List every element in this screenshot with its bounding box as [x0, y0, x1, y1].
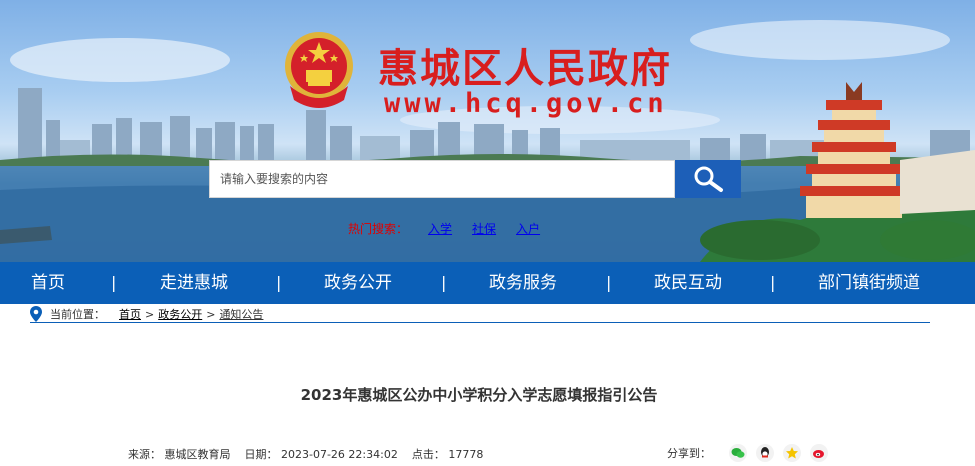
- article-date: 日期： 2023-07-26 22:34:02: [244, 448, 398, 461]
- nav-item-interaction[interactable]: 政民互动: [654, 262, 722, 304]
- nav-separator: |: [111, 273, 117, 292]
- breadcrumb-separator: >: [145, 307, 155, 321]
- breadcrumb-gov-affairs[interactable]: 政务公开: [158, 306, 202, 322]
- nav-item-departments[interactable]: 部门镇街频道: [818, 262, 920, 304]
- weibo-icon[interactable]: [810, 444, 828, 462]
- nav-item-home[interactable]: 首页: [31, 262, 65, 304]
- wechat-icon[interactable]: [729, 444, 747, 462]
- nav-separator: |: [770, 273, 776, 292]
- article-clicks: 点击： 17778: [411, 448, 484, 461]
- share-bar: 分享到：: [667, 444, 837, 462]
- header-banner: 惠城区人民政府 www.hcq.gov.cn 热门搜索： 入学 社保 入户: [0, 0, 975, 262]
- main-nav: 首页 | 走进惠城 | 政务公开 | 政务服务 | 政民互动 | 部门镇街频道: [0, 262, 975, 304]
- search-button[interactable]: [675, 160, 741, 198]
- nav-item-about[interactable]: 走进惠城: [160, 262, 228, 304]
- search-icon: [694, 166, 723, 192]
- site-title: 惠城区人民政府: [378, 45, 672, 92]
- breadcrumb: 当前位置： 首页 > 政务公开 > 通知公告: [30, 304, 263, 324]
- national-emblem-icon: [282, 30, 356, 116]
- nav-separator: |: [441, 273, 447, 292]
- article-source: 来源： 惠城区教育局: [128, 448, 231, 461]
- article-meta: 来源： 惠城区教育局 日期： 2023-07-26 22:34:02 点击： 1…: [128, 446, 497, 462]
- share-label: 分享到：: [667, 447, 711, 460]
- page: 惠城区人民政府 www.hcq.gov.cn 热门搜索： 入学 社保 入户 首页…: [0, 0, 975, 466]
- hot-search-row: 热门搜索： 入学 社保 入户: [348, 220, 560, 237]
- breadcrumb-separator: >: [206, 307, 216, 321]
- hot-search-label: 热门搜索：: [348, 222, 409, 236]
- breadcrumb-divider: [30, 322, 930, 323]
- search-box: [209, 160, 675, 198]
- nav-separator: |: [276, 273, 282, 292]
- qzone-icon[interactable]: [783, 444, 801, 462]
- breadcrumb-label: 当前位置：: [50, 308, 105, 321]
- nav-separator: |: [606, 273, 612, 292]
- hot-link-enrollment[interactable]: 入学: [428, 220, 452, 237]
- breadcrumb-home[interactable]: 首页: [119, 306, 141, 322]
- hot-link-social-security[interactable]: 社保: [472, 220, 496, 237]
- breadcrumb-notices[interactable]: 通知公告: [219, 306, 263, 322]
- hot-link-household[interactable]: 入户: [516, 220, 540, 237]
- location-pin-icon: [30, 306, 42, 322]
- nav-item-gov-affairs[interactable]: 政务公开: [324, 262, 392, 304]
- site-url: www.hcq.gov.cn: [384, 88, 668, 119]
- nav-item-gov-services[interactable]: 政务服务: [489, 262, 557, 304]
- search-input[interactable]: [210, 161, 674, 197]
- qq-icon[interactable]: [756, 444, 774, 462]
- article-title: 2023年惠城区公办中小学积分入学志愿填报指引公告: [300, 386, 658, 404]
